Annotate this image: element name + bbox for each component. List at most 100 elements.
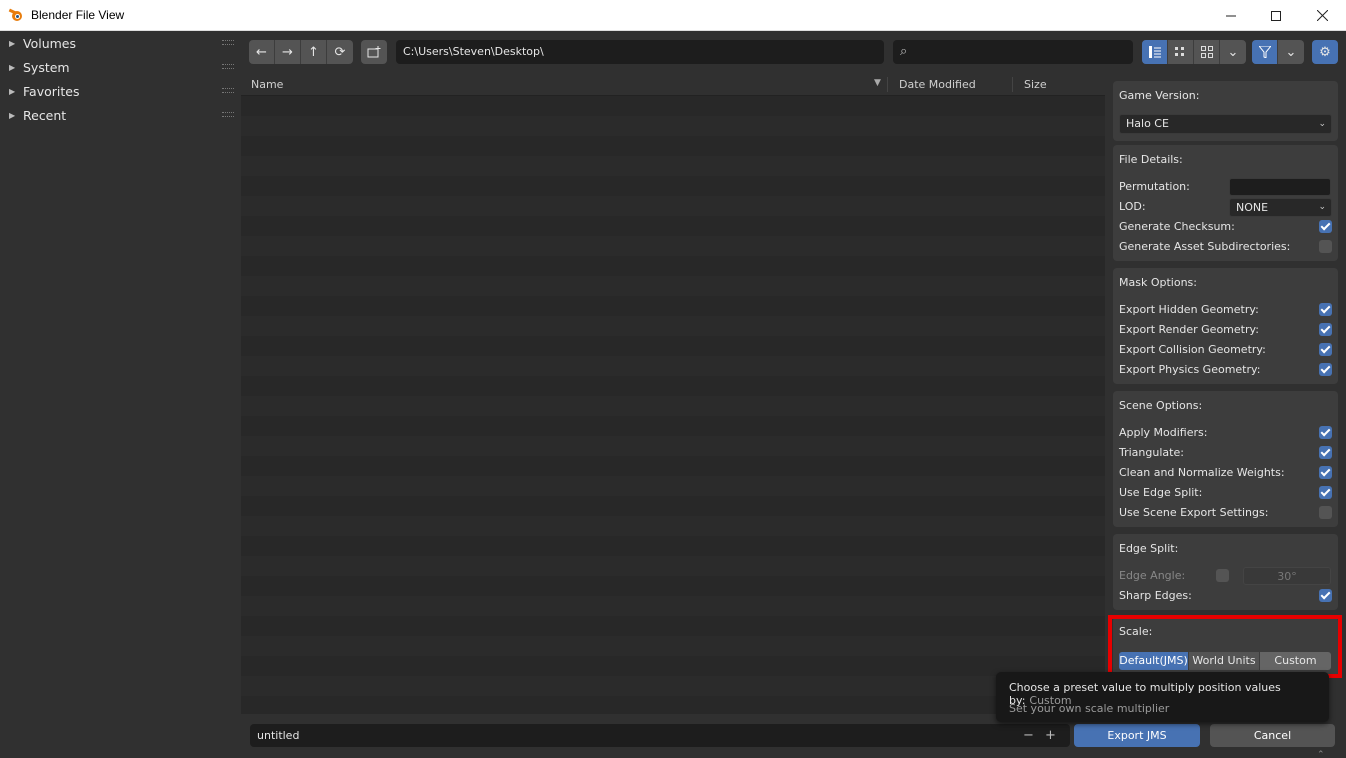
refresh-button[interactable]: ⟳ xyxy=(327,40,353,64)
collision-geometry-row: Export Collision Geometry: xyxy=(1119,341,1332,359)
new-folder-button[interactable] xyxy=(361,40,387,64)
triangulate-checkbox[interactable] xyxy=(1319,446,1332,459)
file-rows xyxy=(241,96,1105,714)
filename-input[interactable]: untitled − + xyxy=(250,724,1070,747)
physics-geometry-row: Export Physics Geometry: xyxy=(1119,361,1332,379)
file-list[interactable]: Name ▼ Date Modified Size xyxy=(241,73,1105,714)
column-name[interactable]: Name xyxy=(251,78,283,91)
settings-toggle-button[interactable]: ⚙ xyxy=(1312,40,1338,64)
edge-split-checkbox[interactable] xyxy=(1319,486,1332,499)
expand-triangle-icon[interactable]: ▶ xyxy=(9,111,17,120)
asset-subdirs-row: Generate Asset Subdirectories: xyxy=(1119,238,1332,256)
sidebar-item-system[interactable]: ▶ System xyxy=(0,55,241,79)
cancel-button[interactable]: Cancel xyxy=(1210,724,1335,747)
permutation-input[interactable] xyxy=(1229,178,1331,196)
edge-angle-input[interactable]: 30° xyxy=(1243,567,1331,585)
sidebar-item-recent[interactable]: ▶ Recent xyxy=(0,103,241,127)
thumbnails-button[interactable] xyxy=(1194,40,1220,64)
file-list-header: Name ▼ Date Modified Size xyxy=(241,73,1105,96)
scene-options-section: Scene Options: Apply Modifiers: Triangul… xyxy=(1113,391,1338,527)
maximize-button[interactable] xyxy=(1253,0,1299,31)
scene-export-settings-row: Use Scene Export Settings: xyxy=(1119,504,1332,522)
arrow-right-icon: → xyxy=(282,44,293,60)
dropdown-value: Halo CE xyxy=(1126,117,1169,130)
highlight-rectangle xyxy=(1108,615,1342,678)
sidebar-item-label: Volumes xyxy=(23,35,77,51)
checksum-label: Generate Checksum: xyxy=(1119,220,1235,233)
expand-triangle-icon[interactable]: ▶ xyxy=(9,87,17,96)
sharp-edges-checkbox[interactable] xyxy=(1319,589,1332,602)
parent-directory-button[interactable]: ↑ xyxy=(301,40,327,64)
scale-tooltip: Choose a preset value to multiply positi… xyxy=(996,672,1329,722)
drag-grip-icon[interactable] xyxy=(222,64,234,69)
hidden-geometry-checkbox[interactable] xyxy=(1319,303,1332,316)
export-jms-button[interactable]: Export JMS xyxy=(1074,724,1200,747)
section-header: Mask Options: xyxy=(1119,276,1197,289)
new-folder-icon xyxy=(367,46,381,58)
edge-angle-checkbox[interactable] xyxy=(1216,569,1229,582)
drag-grip-icon[interactable] xyxy=(222,40,234,45)
display-options-dropdown[interactable]: ⌄ xyxy=(1220,40,1246,64)
edge-split-label: Use Edge Split: xyxy=(1119,486,1203,499)
drag-grip-icon[interactable] xyxy=(222,88,234,93)
lod-dropdown[interactable]: NONE ⌄ xyxy=(1229,198,1332,217)
sidebar-item-label: Recent xyxy=(23,107,67,123)
settings-group: ⚙ xyxy=(1312,40,1338,64)
apply-modifiers-label: Apply Modifiers: xyxy=(1119,426,1208,439)
game-version-dropdown[interactable]: Halo CE ⌄ xyxy=(1119,114,1332,134)
vertical-list-button[interactable] xyxy=(1142,40,1168,64)
edge-split-row: Use Edge Split: xyxy=(1119,484,1332,502)
forward-button[interactable]: → xyxy=(275,40,301,64)
close-button[interactable] xyxy=(1299,0,1345,31)
asset-subdirs-label: Generate Asset Subdirectories: xyxy=(1119,240,1291,253)
expand-triangle-icon[interactable]: ▶ xyxy=(9,39,17,48)
back-button[interactable]: ← xyxy=(249,40,275,64)
sidebar-item-label: System xyxy=(23,59,70,75)
dropdown-value: NONE xyxy=(1236,201,1269,214)
tooltip-line-2: Set your own scale multiplier xyxy=(1009,702,1170,715)
gear-icon: ⚙ xyxy=(1319,44,1331,60)
minimize-button[interactable] xyxy=(1208,0,1254,31)
physics-geometry-checkbox[interactable] xyxy=(1319,363,1332,376)
search-input[interactable]: ⌕ xyxy=(893,40,1133,64)
column-date-modified[interactable]: Date Modified xyxy=(899,78,976,91)
column-separator[interactable] xyxy=(1012,77,1013,92)
column-separator[interactable] xyxy=(887,77,888,92)
checksum-checkbox[interactable] xyxy=(1319,220,1332,233)
collision-geometry-label: Export Collision Geometry: xyxy=(1119,343,1266,356)
collision-geometry-checkbox[interactable] xyxy=(1319,343,1332,356)
filter-group: ⌄ xyxy=(1252,40,1304,64)
sidebar-item-label: Favorites xyxy=(23,83,80,99)
asset-subdirs-checkbox[interactable] xyxy=(1319,240,1332,253)
nav-button-group: ← → ↑ ⟳ xyxy=(249,40,353,64)
horizontal-list-button[interactable] xyxy=(1168,40,1194,64)
resize-corner-icon[interactable]: ⌃ xyxy=(1317,750,1325,758)
sharp-edges-label: Sharp Edges: xyxy=(1119,589,1192,602)
search-icon: ⌕ xyxy=(900,44,908,59)
drag-grip-icon[interactable] xyxy=(222,112,234,117)
sort-descending-icon[interactable]: ▼ xyxy=(874,78,881,88)
sidebar-item-favorites[interactable]: ▶ Favorites xyxy=(0,79,241,103)
chevron-down-icon: ⌄ xyxy=(1318,202,1326,212)
scene-export-settings-checkbox[interactable] xyxy=(1319,506,1332,519)
sharp-edges-row: Sharp Edges: xyxy=(1119,587,1332,605)
increment-button[interactable]: + xyxy=(1045,724,1056,747)
section-header: Scene Options: xyxy=(1119,399,1203,412)
refresh-icon: ⟳ xyxy=(334,44,346,60)
arrow-up-icon: ↑ xyxy=(308,44,319,60)
decrement-button[interactable]: − xyxy=(1023,724,1034,747)
filter-options-dropdown[interactable]: ⌄ xyxy=(1278,40,1304,64)
directory-path-input[interactable]: C:\Users\Steven\Desktop\ xyxy=(396,40,884,64)
filename-value: untitled xyxy=(257,729,300,742)
arrow-left-icon: ← xyxy=(256,44,267,60)
sidebar-item-volumes[interactable]: ▶ Volumes xyxy=(0,31,241,55)
filter-toggle-button[interactable] xyxy=(1252,40,1278,64)
column-size[interactable]: Size xyxy=(1024,78,1047,91)
title-bar: Blender File View xyxy=(0,0,1346,31)
render-geometry-checkbox[interactable] xyxy=(1319,323,1332,336)
normalize-weights-checkbox[interactable] xyxy=(1319,466,1332,479)
lod-label: LOD: xyxy=(1119,200,1146,213)
apply-modifiers-checkbox[interactable] xyxy=(1319,426,1332,439)
permutation-label: Permutation: xyxy=(1119,180,1190,193)
expand-triangle-icon[interactable]: ▶ xyxy=(9,63,17,72)
